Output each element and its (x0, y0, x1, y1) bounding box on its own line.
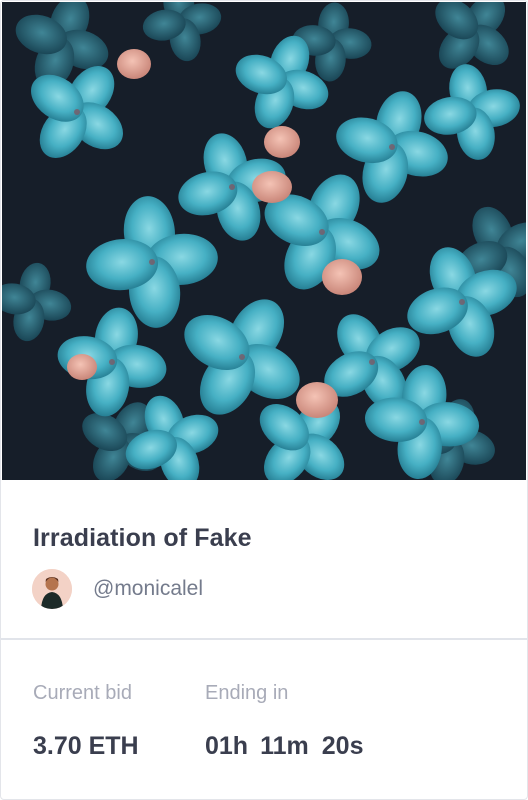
countdown-timer: 01h 11m 20s (205, 732, 363, 761)
ending-in-label: Ending in (205, 682, 289, 704)
countdown-hours: 01h (205, 732, 249, 760)
creator-avatar[interactable] (32, 569, 72, 609)
current-bid-label: Current bid (33, 682, 132, 704)
countdown-seconds: 20s (321, 732, 364, 760)
hydrangea-image (2, 2, 526, 480)
auction-stats: Current bid 3.70 ETH Ending in 01h 11m 2… (1, 640, 527, 799)
person-icon (32, 569, 72, 609)
countdown-minutes: 11m (260, 732, 309, 760)
creator-handle[interactable]: @monicalel (93, 577, 203, 601)
item-title[interactable]: Irradiation of Fake (33, 524, 252, 553)
item-info: Irradiation of Fake @monicalel (1, 481, 527, 639)
creator-row[interactable]: @monicalel (32, 569, 203, 609)
current-bid-value: 3.70 ETH (33, 732, 139, 760)
artwork-image[interactable] (2, 2, 526, 480)
nft-card[interactable]: Irradiation of Fake @monicalel Current b… (0, 0, 528, 800)
